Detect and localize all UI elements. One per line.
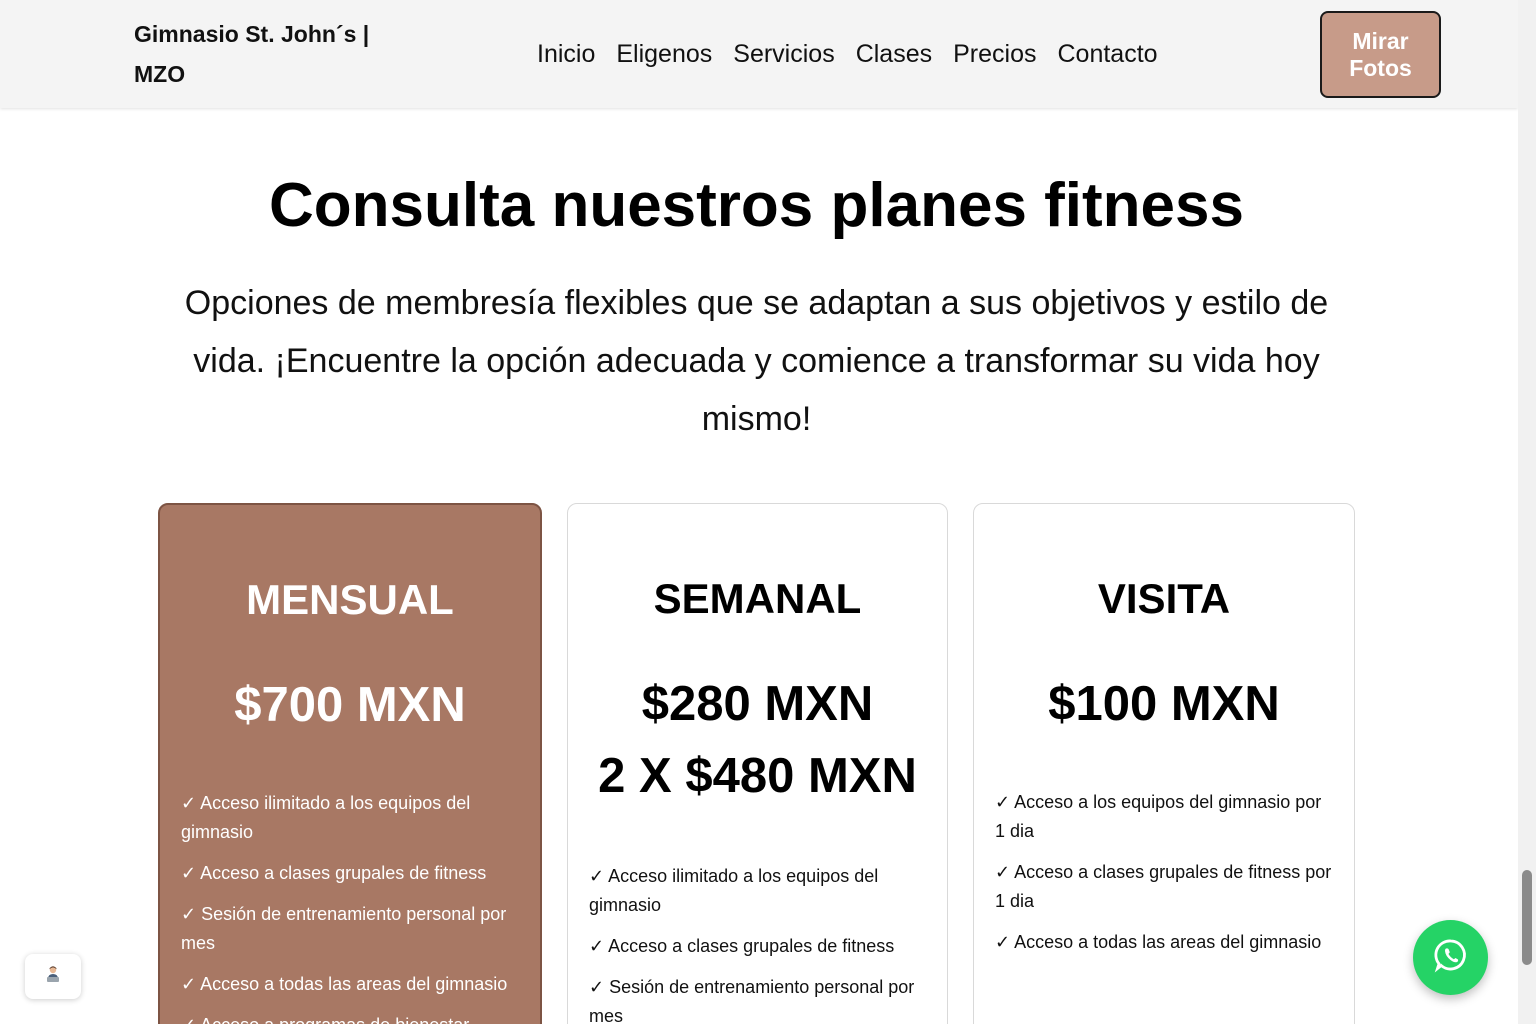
site-brand[interactable]: Gimnasio St. John´s | MZO [134,14,394,94]
whatsapp-chat-button[interactable] [1413,920,1488,995]
person-at-laptop-icon [44,965,62,988]
plan-feature: ✓ Acceso a clases grupales de fitness [181,863,487,883]
plan-feature: ✓ Acceso ilimitado a los equipos del gim… [181,793,471,842]
nav-link-inicio[interactable]: Inicio [537,36,595,72]
plan-price: $700 MXN [234,678,466,732]
plan-feature: ✓ Sesión de entrenamiento personal por m… [181,904,507,953]
plan-feature: ✓ Acceso a los equipos del gimnasio por … [995,792,1322,841]
main-nav: Inicio Eligenos Servicios Clases Precios… [537,36,1158,72]
plan-name: VISITA [1097,575,1231,622]
plan-price: $280 MXN [641,677,874,731]
nav-link-eligenos[interactable]: Eligenos [616,36,712,72]
plan-name: SEMANAL [653,575,862,622]
plan-feature: ✓ Acceso a todas las areas del gimnasio [181,974,508,994]
plan-card-semanal: SEMANAL $280 MXN 2 X $480 MXN ✓ Acceso i… [567,503,948,1024]
floating-badge[interactable] [25,954,81,999]
plan-feature: ✓ Acceso a programas de bienestar [181,1011,520,1024]
plan-feature: ✓ Acceso a clases grupales de fitness [589,936,895,956]
plan-price-secondary: 2 X $480 MXN [598,749,917,803]
nav-link-clases[interactable]: Clases [856,36,932,72]
plan-features: ✓ Acceso ilimitado a los equipos del gim… [160,789,540,1024]
plan-features: ✓ Acceso ilimitado a los equipos del gim… [568,862,947,1024]
nav-link-precios[interactable]: Precios [953,36,1036,72]
nav-link-servicios[interactable]: Servicios [733,36,834,72]
page-subtitle: Opciones de membresía flexibles que se a… [184,284,1329,438]
plan-feature: ✓ Acceso a clases grupales de fitness po… [995,862,1332,911]
whatsapp-icon [1433,937,1469,978]
page-scrollbar[interactable] [1518,0,1536,1024]
plan-name: MENSUAL [246,576,454,623]
plan-feature: ✓ Acceso ilimitado a los equipos del gim… [589,866,879,915]
plan-price: $100 MXN [1048,677,1280,731]
plan-features: ✓ Acceso a los equipos del gimnasio por … [974,788,1354,957]
page-title: Consulta nuestros planes fitness [269,171,1244,240]
site-header: Gimnasio St. John´s | MZO Inicio Eligeno… [0,0,1518,108]
plan-feature: ✓ Sesión de entrenamiento personal por m… [589,977,915,1024]
plan-card-mensual: MENSUAL $700 MXN ✓ Acceso ilimitado a lo… [158,503,542,1024]
plan-card-visita: VISITA $100 MXN ✓ Acceso a los equipos d… [973,503,1355,1024]
nav-link-contacto[interactable]: Contacto [1058,36,1158,72]
scrollbar-thumb[interactable] [1522,870,1532,965]
view-photos-button[interactable]: Mirar Fotos [1320,11,1441,98]
plan-feature: ✓ Acceso a todas las areas del gimnasio [995,932,1322,952]
